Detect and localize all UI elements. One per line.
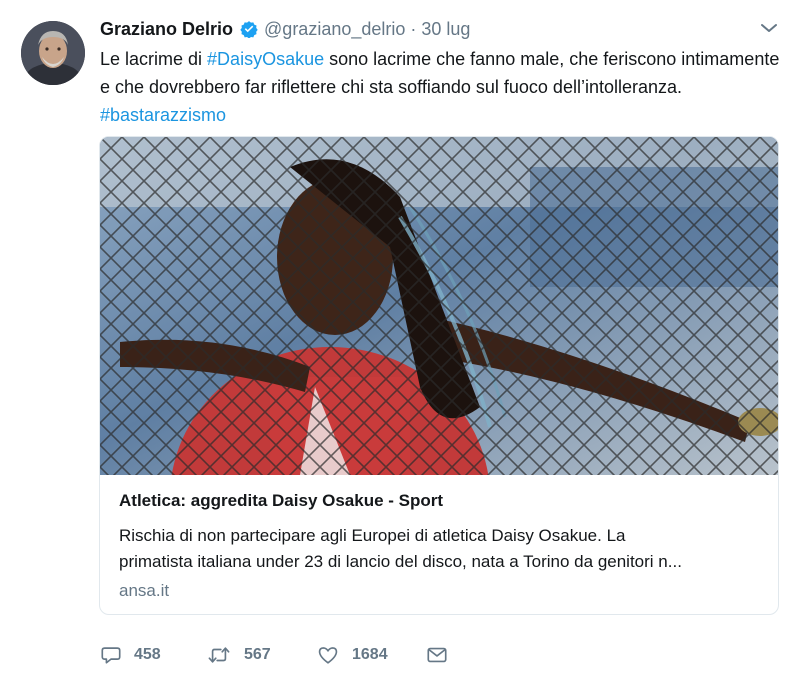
card-description: Rischia di non partecipare agli Europei …: [119, 523, 764, 575]
reply-icon: [101, 647, 121, 664]
card-description-line: primatista italiana under 23 di lancio d…: [119, 552, 682, 571]
author-name[interactable]: Graziano Delrio: [100, 19, 233, 40]
like-count: 1684: [352, 646, 388, 663]
retweet-button[interactable]: 567: [206, 644, 316, 666]
author-handle[interactable]: @graziano_delrio: [264, 19, 405, 40]
tweet-text-part: Le lacrime di: [100, 49, 208, 69]
retweet-icon: [208, 647, 230, 663]
header-separator: ·: [410, 18, 417, 39]
card-body: Atletica: aggredita Daisy Osakue - Sport…: [119, 489, 764, 603]
chevron-down-icon[interactable]: [758, 20, 780, 36]
hashtag-link[interactable]: #bastarazzismo: [100, 105, 226, 125]
tweet-timestamp[interactable]: 30 lug: [421, 19, 470, 40]
avatar[interactable]: [21, 21, 85, 85]
tweet-text: Le lacrime di #DaisyOsakue sono lacrime …: [100, 45, 780, 129]
card-description-line: Rischia di non partecipare agli Europei …: [119, 526, 626, 545]
tweet: Graziano Delrio @graziano_delrio · 30 lu…: [0, 0, 800, 679]
like-button[interactable]: 1684: [316, 644, 426, 666]
direct-message-icon: [427, 647, 447, 663]
verified-badge-icon: [240, 20, 258, 38]
tweet-header: Graziano Delrio @graziano_delrio · 30 lu…: [100, 16, 470, 42]
reply-button[interactable]: 458: [100, 644, 206, 666]
card-domain: ansa.it: [119, 581, 170, 600]
card-title[interactable]: Atletica: aggredita Daisy Osakue - Sport: [119, 489, 764, 513]
tweet-actions: 458 567 1684: [100, 640, 448, 670]
reply-count: 458: [134, 646, 161, 663]
retweet-count: 567: [244, 646, 271, 663]
hashtag-link[interactable]: #DaisyOsakue: [207, 49, 324, 69]
card-image[interactable]: [100, 137, 778, 475]
direct-message-button[interactable]: [426, 644, 448, 666]
like-icon: [318, 647, 338, 664]
link-card[interactable]: Atletica: aggredita Daisy Osakue - Sport…: [99, 136, 779, 615]
